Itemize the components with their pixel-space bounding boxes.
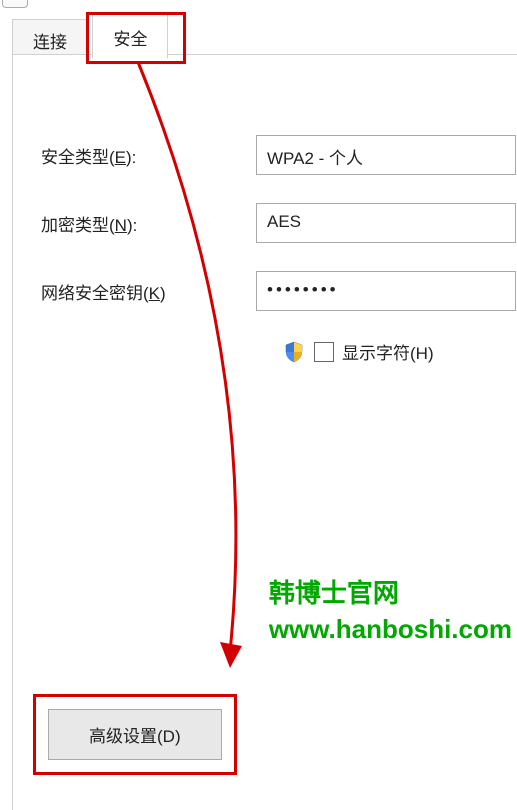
label-show-characters: 显示字符(H) xyxy=(342,339,434,364)
tab-security[interactable]: 安全 xyxy=(92,14,168,59)
row-security-type: 安全类型(E): WPA2 - 个人 xyxy=(41,135,517,175)
row-network-key: 网络安全密钥(K) •••••••• xyxy=(41,271,517,311)
select-security-type[interactable]: WPA2 - 个人 xyxy=(256,135,516,175)
shield-icon xyxy=(284,341,304,363)
watermark-line2: www.hanboshi.com xyxy=(269,611,512,647)
annotation-button-highlight: 高级设置(D) xyxy=(33,694,237,775)
input-network-key[interactable]: •••••••• xyxy=(256,271,516,311)
window-corner-decoration xyxy=(2,0,28,8)
watermark-line1: 韩博士官网 xyxy=(269,575,512,611)
checkbox-show-characters[interactable] xyxy=(314,342,334,362)
label-security-type: 安全类型(E): xyxy=(41,143,256,168)
row-encryption-type: 加密类型(N): AES xyxy=(41,203,517,243)
label-network-key: 网络安全密钥(K) xyxy=(41,279,256,304)
tabs-bar: 连接 安全 xyxy=(12,14,517,56)
advanced-settings-button[interactable]: 高级设置(D) xyxy=(48,709,222,760)
watermark-text: 韩博士官网 www.hanboshi.com xyxy=(269,575,512,648)
select-encryption-type[interactable]: AES xyxy=(256,203,516,243)
label-encryption-type: 加密类型(N): xyxy=(41,211,256,236)
row-show-characters: 显示字符(H) xyxy=(284,339,517,364)
